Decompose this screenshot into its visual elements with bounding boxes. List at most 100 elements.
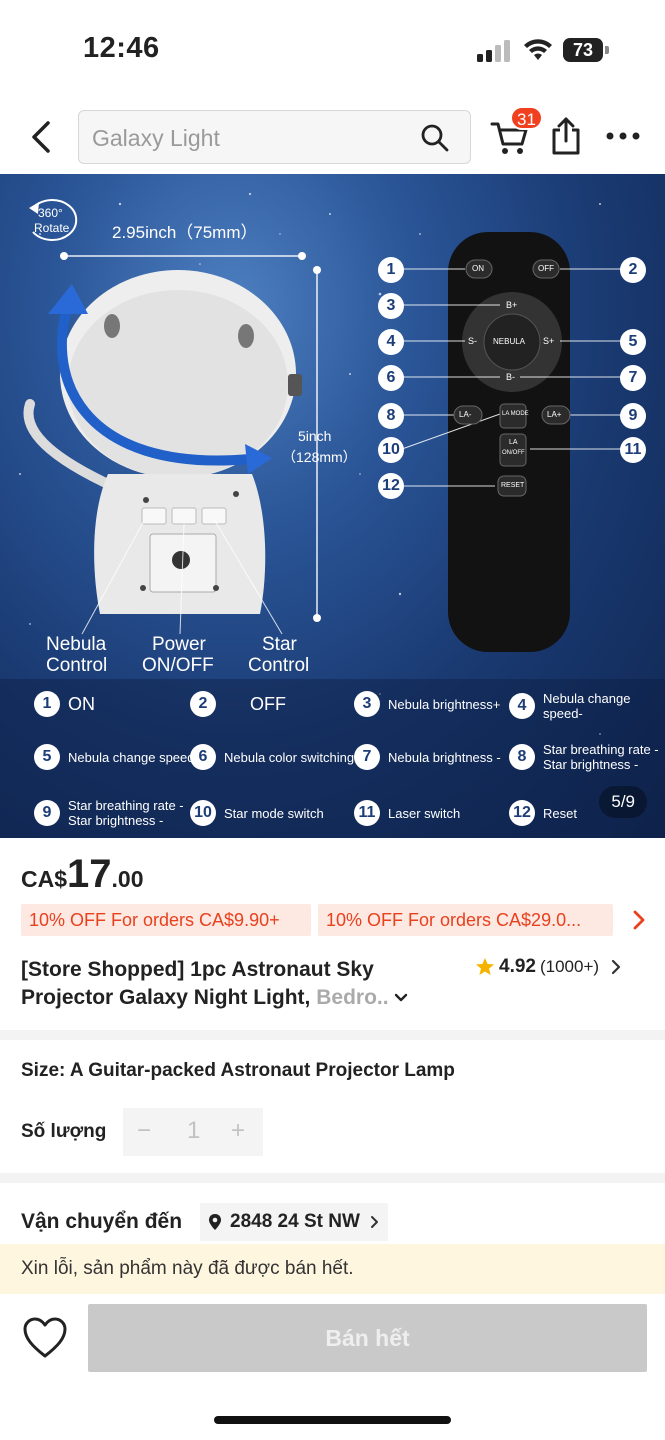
- remote-on: ON: [472, 264, 484, 273]
- divider: [0, 1173, 665, 1183]
- sold-out-button[interactable]: Bán hết: [88, 1304, 647, 1372]
- rating-score: 4.92: [499, 956, 536, 977]
- legend-item-9: 9 Star breathing rate - Star brightness -: [34, 798, 184, 828]
- power-label-2: ON/OFF: [142, 655, 214, 676]
- more-options-icon[interactable]: [605, 130, 641, 142]
- cart-count-badge: 31: [510, 106, 543, 130]
- rotate-360-icon: [29, 199, 78, 241]
- product-image-carousel[interactable]: 360° Rotate 2.95inch（75mm） 5inch （128mm）…: [0, 174, 665, 838]
- remote-la-minus: LA-: [459, 410, 472, 419]
- shipping-address-selector[interactable]: 2848 24 St NW: [200, 1203, 388, 1241]
- width-dimension: 2.95inch（75mm）: [112, 223, 258, 242]
- callout-10: 10: [378, 437, 412, 463]
- chevron-right-icon[interactable]: [611, 959, 621, 975]
- remote-la-mode: LA MODE: [502, 411, 529, 417]
- legend-item-1: 1 ON: [34, 691, 95, 717]
- legend-item-12: 12 Reset: [509, 800, 577, 826]
- legend-item-5: 5 Nebula change speed+: [34, 744, 202, 770]
- sold-out-notice: Xin lỗi, sản phẩm này đã được bán hết.: [0, 1244, 665, 1294]
- rotate-label-1: 360°: [38, 206, 63, 220]
- selected-size[interactable]: Size: A Guitar-packed Astronaut Projecto…: [21, 1060, 455, 1082]
- legend-item-7: 7 Nebula brightness -: [354, 744, 501, 770]
- price-currency: CA$: [21, 866, 68, 892]
- top-nav: Galaxy Light 31: [0, 100, 665, 174]
- remote-la-onoff-1: LA: [509, 439, 518, 446]
- remote-b-plus: B+: [506, 300, 518, 310]
- legend-item-6: 6 Nebula color switching+: [190, 744, 362, 770]
- legend-item-11: 11 Laser switch: [354, 800, 460, 826]
- callout-5: 5: [620, 329, 654, 355]
- battery-level: 73: [563, 38, 603, 62]
- image-counter: 5/9: [599, 786, 647, 818]
- search-input[interactable]: Galaxy Light: [78, 110, 471, 164]
- callout-3: 3: [378, 293, 412, 319]
- product-title[interactable]: [Store Shopped] 1pc Astronaut Sky Projec…: [21, 956, 451, 1012]
- quantity-value: 1: [187, 1117, 201, 1144]
- remote-s-minus: S-: [468, 336, 477, 346]
- remote-s-plus: S+: [543, 336, 555, 346]
- status-time: 12:46: [83, 32, 160, 64]
- rating-summary[interactable]: 4.92 (1000+): [475, 956, 621, 978]
- rotate-label-2: Rotate: [34, 221, 70, 235]
- starfield-background: [0, 192, 665, 838]
- callout-1: 1: [378, 257, 412, 283]
- nebula-control-label-1: Nebula: [46, 634, 107, 655]
- remote-off: OFF: [538, 264, 554, 273]
- legend-item-2: 2 OFF: [190, 691, 286, 717]
- price: CA$17.00: [21, 852, 144, 897]
- remote-b-minus: B-: [506, 372, 515, 382]
- price-decimal: .00: [111, 866, 144, 892]
- power-label-1: Power: [152, 634, 206, 655]
- chevron-down-icon[interactable]: [394, 993, 408, 1003]
- heart-icon[interactable]: [22, 1316, 68, 1360]
- quantity-label: Số lượng: [21, 1121, 107, 1142]
- remote-la-plus: LA+: [547, 410, 562, 419]
- legend-item-4: 4 Nebula change speed-: [509, 691, 665, 721]
- coupon-2[interactable]: 10% OFF For orders CA$29.0...: [318, 904, 613, 936]
- back-arrow-icon[interactable]: [24, 117, 60, 157]
- coupon-row[interactable]: 10% OFF For orders CA$9.90+ 10% OFF For …: [21, 904, 651, 936]
- wifi-icon: [524, 39, 552, 60]
- star-icon: [476, 958, 494, 975]
- location-pin-icon: [209, 1214, 221, 1230]
- legend-item-10: 10 Star mode switch: [190, 800, 324, 826]
- product-title-fade: Bedro..: [316, 986, 389, 1009]
- rating-count: (1000+): [539, 957, 600, 976]
- callout-7: 7: [620, 365, 654, 391]
- callout-11: 11: [620, 437, 654, 463]
- search-icon[interactable]: [420, 123, 450, 153]
- remote-nebula: NEBULA: [493, 337, 526, 346]
- bottom-action-bar: Bán hết: [0, 1296, 665, 1440]
- callout-6: 6: [378, 365, 412, 391]
- home-indicator: [214, 1416, 451, 1424]
- chevron-right-icon: [370, 1216, 378, 1228]
- nebula-control-label-2: Control: [46, 655, 108, 676]
- status-bar: 12:46 73: [0, 0, 665, 96]
- legend-item-3: 3 Nebula brightness+: [354, 691, 500, 717]
- callout-9: 9: [620, 403, 654, 429]
- callout-2: 2: [620, 257, 654, 283]
- price-integer: 17: [67, 852, 112, 896]
- chevron-right-icon[interactable]: [631, 909, 647, 931]
- remote-la-onoff-2: ON/OFF: [502, 450, 525, 456]
- quantity-increase-button[interactable]: +: [231, 1117, 245, 1145]
- battery-icon: 73: [563, 38, 609, 62]
- height-dimension-2: （128mm）: [282, 449, 357, 465]
- star-control-label-2: Control: [248, 655, 310, 676]
- quantity-stepper[interactable]: − 1 +: [123, 1108, 263, 1156]
- callout-12: 12: [378, 473, 412, 499]
- coupon-1[interactable]: 10% OFF For orders CA$9.90+: [21, 904, 311, 936]
- shipping-address: 2848 24 St NW: [230, 1211, 360, 1232]
- height-dimension-1: 5inch: [298, 428, 332, 444]
- quantity-decrease-button[interactable]: −: [137, 1117, 151, 1145]
- star-control-label-1: Star: [262, 634, 297, 655]
- shipping-label: Vận chuyển đến: [21, 1210, 183, 1233]
- callout-8: 8: [378, 403, 412, 429]
- callout-4: 4: [378, 329, 412, 355]
- divider: [0, 1030, 665, 1040]
- share-icon[interactable]: [549, 116, 583, 156]
- legend-item-8: 8 Star breathing rate - Star brightness -: [509, 742, 659, 772]
- search-placeholder: Galaxy Light: [92, 125, 220, 151]
- cellular-signal-icon: [477, 40, 510, 62]
- remote-reset: RESET: [501, 482, 525, 489]
